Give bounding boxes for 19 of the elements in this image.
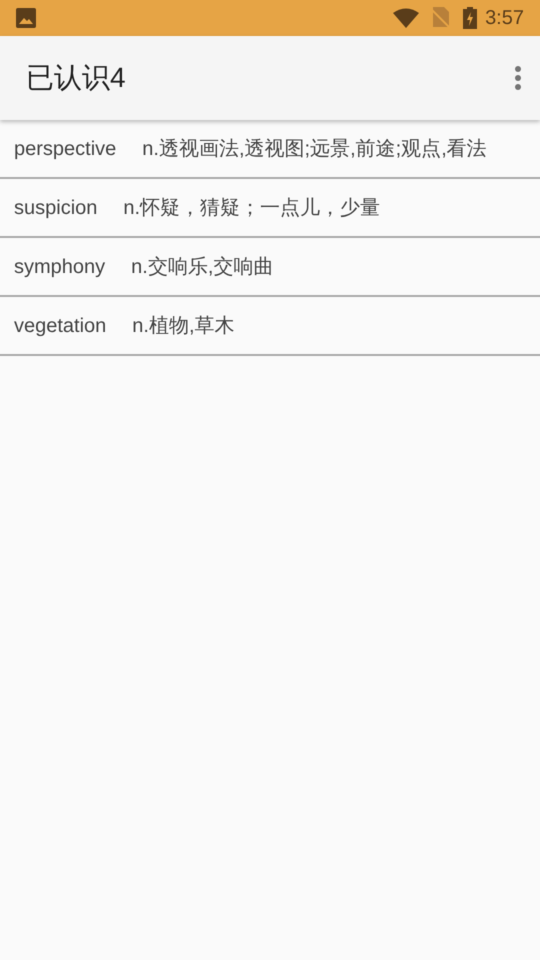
no-sim-icon xyxy=(431,7,452,29)
word-row[interactable]: symphony n.交响乐,交响曲 xyxy=(0,238,540,297)
word-row[interactable]: suspicion n.怀疑，猜疑；一点儿，少量 xyxy=(0,179,540,238)
app-bar-title: 已认识4 xyxy=(26,61,127,95)
word-meaning: n.透视画法,透视图;远景,前途;观点,看法 xyxy=(142,136,487,162)
more-options-icon[interactable] xyxy=(514,65,522,91)
status-time: 3:57 xyxy=(485,6,524,31)
word-meaning: n.植物,草木 xyxy=(132,314,235,338)
word-meaning: n.交响乐,交响曲 xyxy=(131,254,274,280)
word-text: suspicion xyxy=(14,196,98,220)
battery-charging-icon xyxy=(463,7,478,29)
word-meaning: n.怀疑，猜疑；一点儿，少量 xyxy=(123,196,380,220)
word-row[interactable]: perspective n.透视画法,透视图;远景,前途;观点,看法 xyxy=(0,120,540,179)
word-row[interactable]: vegetation n.植物,草木 xyxy=(0,297,540,356)
word-text: perspective xyxy=(14,136,116,162)
word-text: vegetation xyxy=(14,314,106,338)
word-text: symphony xyxy=(14,254,106,280)
wifi-icon xyxy=(393,8,420,28)
image-icon xyxy=(16,8,36,28)
